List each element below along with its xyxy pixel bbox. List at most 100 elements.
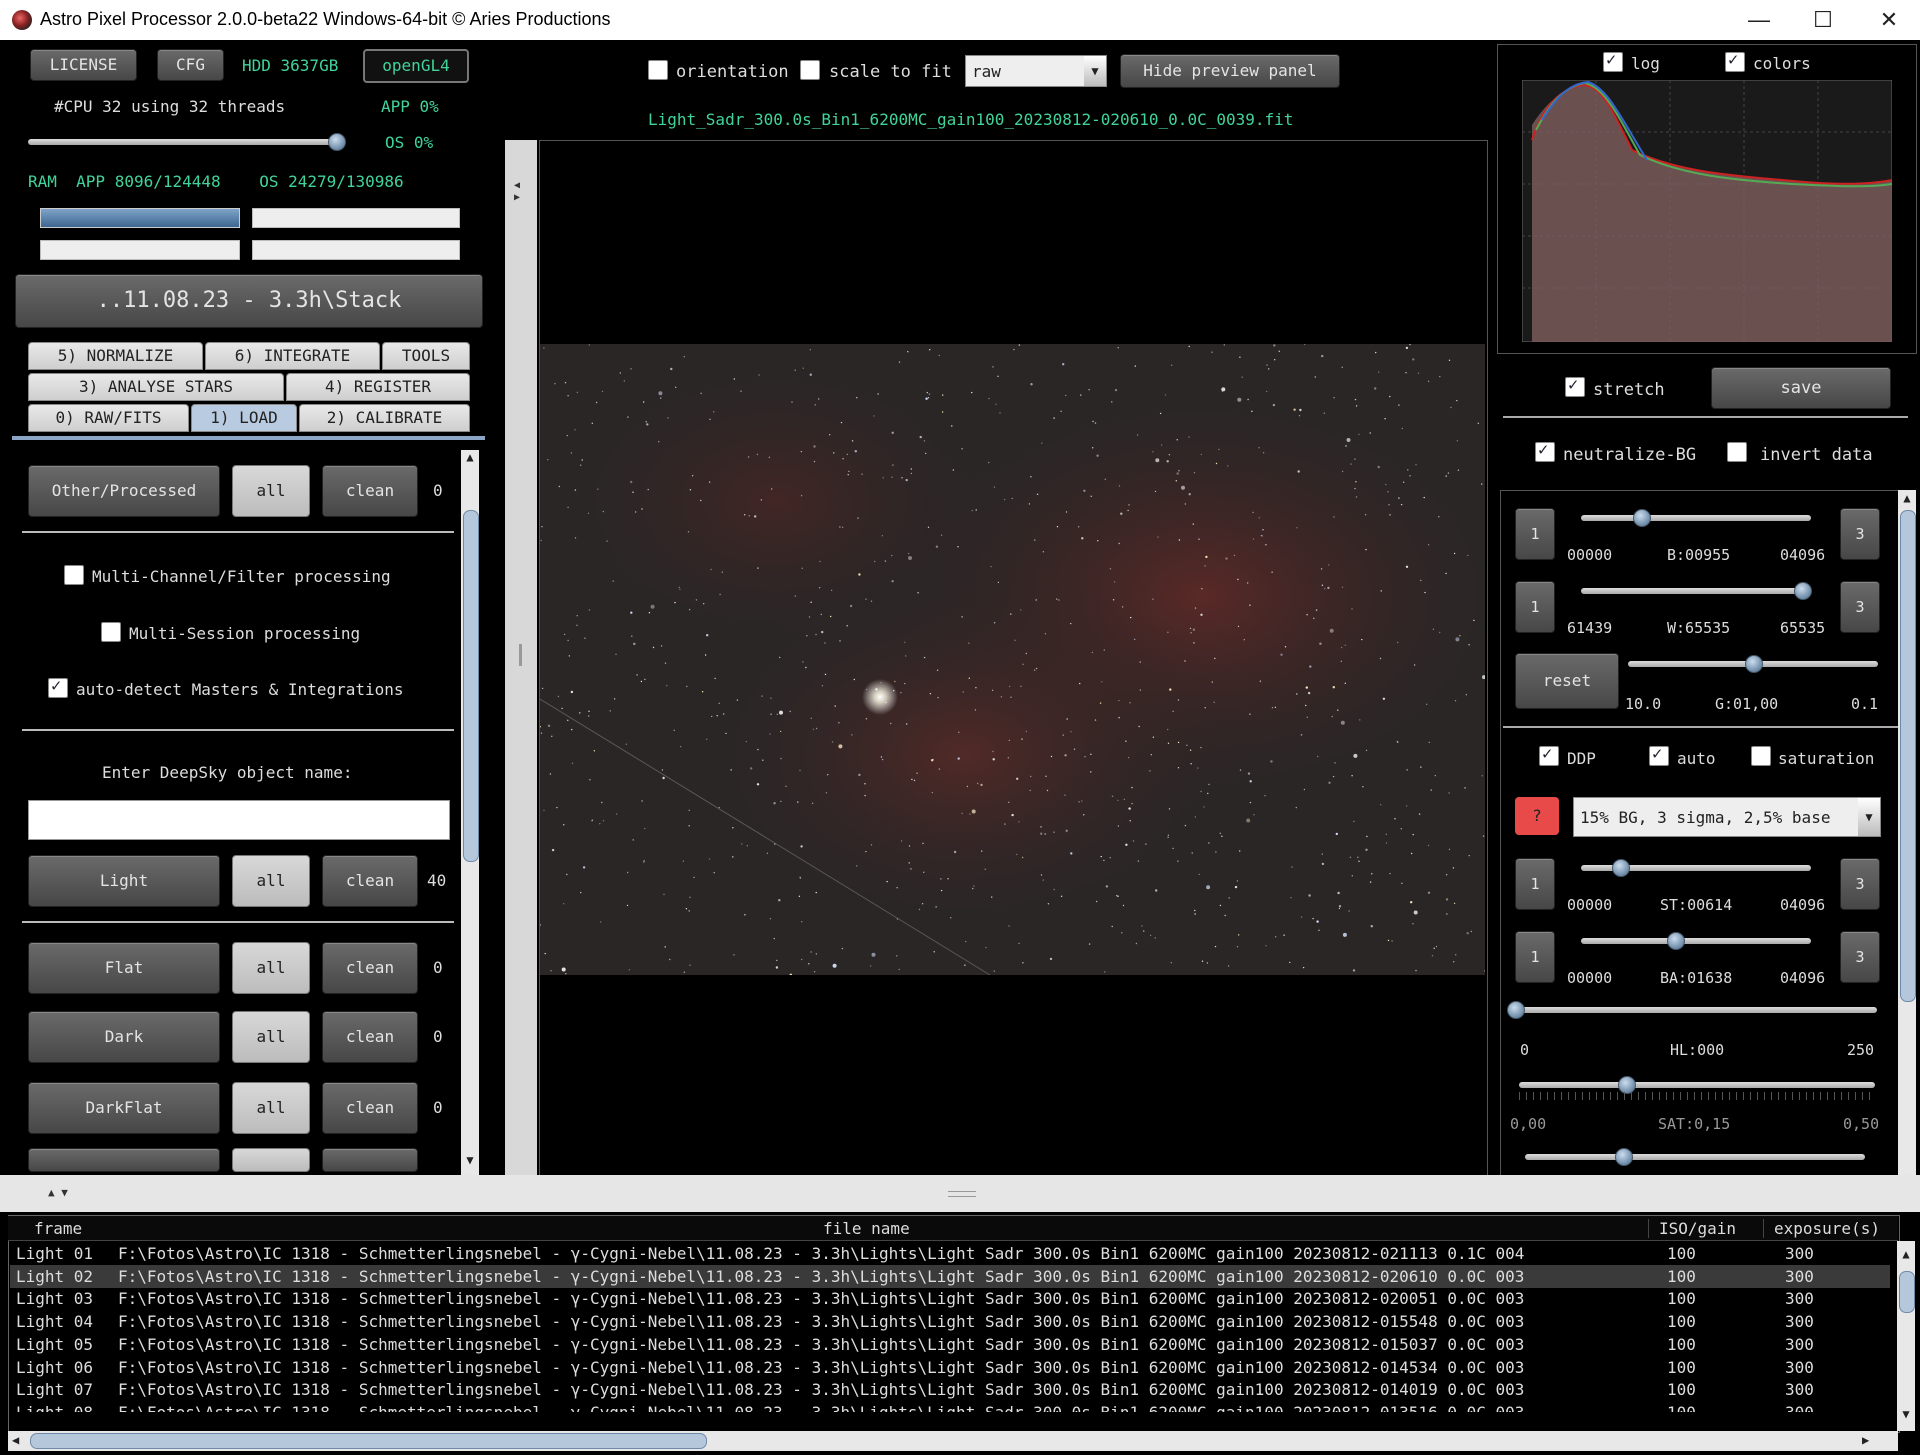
stretch-scrollbar-thumb[interactable] xyxy=(1900,510,1916,1002)
log-checkbox[interactable] xyxy=(1603,50,1623,72)
b-decrement-button[interactable]: 1 xyxy=(1515,508,1555,560)
other-processed-button[interactable]: Other/Processed xyxy=(28,465,220,517)
st-decrement-button[interactable]: 1 xyxy=(1515,858,1555,910)
minimize-button[interactable]: — xyxy=(1732,4,1786,36)
b-slider-knob[interactable] xyxy=(1632,509,1651,527)
help-button[interactable]: ? xyxy=(1515,797,1559,835)
scroll-up-icon[interactable]: ▲ xyxy=(1898,491,1916,507)
darkflat-button[interactable]: DarkFlat xyxy=(28,1082,220,1134)
stretch-checkbox[interactable] xyxy=(1565,375,1585,397)
table-vscroll-thumb[interactable] xyxy=(1899,1271,1915,1313)
w-decrement-button[interactable]: 1 xyxy=(1515,581,1555,633)
extra-slider-knob[interactable] xyxy=(1615,1148,1633,1166)
chevron-down-icon[interactable]: ▼ xyxy=(1858,798,1880,836)
scroll-up-icon[interactable]: ▲ xyxy=(461,450,479,466)
multichannel-checkbox[interactable] xyxy=(64,565,84,585)
bias-all-button[interactable] xyxy=(232,1148,310,1172)
light-clean-button[interactable]: clean xyxy=(322,855,418,907)
maximize-button[interactable]: ☐ xyxy=(1796,4,1850,36)
bias-clean-button[interactable] xyxy=(322,1148,418,1172)
flat-clean-button[interactable]: clean xyxy=(322,942,418,994)
other-all-button[interactable]: all xyxy=(232,465,310,517)
b-increment-button[interactable]: 3 xyxy=(1840,508,1880,560)
scroll-up-icon[interactable]: ▲ xyxy=(1897,1247,1915,1261)
deepsky-input[interactable] xyxy=(28,800,450,840)
light-button[interactable]: Light xyxy=(28,855,220,907)
scroll-right-icon[interactable]: ▶ xyxy=(1862,1433,1869,1447)
close-button[interactable]: ✕ xyxy=(1862,4,1916,36)
neutralize-bg-checkbox[interactable] xyxy=(1535,440,1555,462)
reset-button[interactable]: reset xyxy=(1515,653,1619,709)
table-row[interactable]: Light 06 F:\Fotos\Astro\IC 1318 - Schmett… xyxy=(10,1356,1890,1379)
st-slider-knob[interactable] xyxy=(1612,859,1631,877)
thread-slider[interactable] xyxy=(28,139,338,145)
darkflat-clean-button[interactable]: clean xyxy=(322,1082,418,1134)
other-clean-button[interactable]: clean xyxy=(322,465,418,517)
ddp-preset-select[interactable]: 15% BG, 3 sigma, 2,5% base ▼ xyxy=(1573,797,1881,837)
tab-raw-fits[interactable]: 0) RAW/FITS xyxy=(28,404,189,432)
table-row[interactable]: Light 05 F:\Fotos\Astro\IC 1318 - Schmett… xyxy=(10,1333,1890,1356)
dark-button[interactable]: Dark xyxy=(28,1011,220,1063)
invert-data-checkbox[interactable] xyxy=(1727,442,1747,462)
header-exposure[interactable]: exposure(s) xyxy=(1763,1219,1880,1238)
w-increment-button[interactable]: 3 xyxy=(1840,581,1880,633)
table-hscroll-thumb[interactable] xyxy=(30,1433,707,1449)
load-scrollbar-thumb[interactable] xyxy=(463,510,479,862)
b-slider[interactable] xyxy=(1581,515,1811,521)
tab-register[interactable]: 4) REGISTER xyxy=(286,373,470,401)
collapse-arrows-icon[interactable]: ▲ ▼ xyxy=(48,1186,68,1199)
autodetect-checkbox[interactable] xyxy=(48,676,68,698)
hl-slider-knob[interactable] xyxy=(1507,1001,1525,1019)
collapse-arrows-icon[interactable]: ◀ ▶ xyxy=(514,180,520,204)
bias-button[interactable] xyxy=(28,1148,220,1172)
multisession-checkbox[interactable] xyxy=(101,622,121,642)
project-folder-button[interactable]: ..11.08.23 - 3.3h\Stack xyxy=(15,274,483,328)
header-frame[interactable]: frame xyxy=(34,1219,82,1238)
flat-button[interactable]: Flat xyxy=(28,942,220,994)
table-row[interactable]: Light 08F:\Fotos\Astro\IC 1318 - Schmett… xyxy=(10,1401,1890,1412)
w-slider[interactable] xyxy=(1581,588,1811,594)
table-row[interactable]: Light 04 F:\Fotos\Astro\IC 1318 - Schmett… xyxy=(10,1310,1890,1333)
auto-checkbox[interactable] xyxy=(1649,744,1669,766)
cfg-button[interactable]: CFG xyxy=(157,49,224,81)
dark-clean-button[interactable]: clean xyxy=(322,1011,418,1063)
ddp-checkbox[interactable] xyxy=(1539,744,1559,766)
thread-slider-knob[interactable] xyxy=(328,133,346,151)
table-row[interactable]: Light 01 F:\Fotos\Astro\IC 1318 - Schmett… xyxy=(10,1242,1890,1265)
st-increment-button[interactable]: 3 xyxy=(1840,858,1880,910)
darkflat-all-button[interactable]: all xyxy=(232,1082,310,1134)
license-button[interactable]: LICENSE xyxy=(30,49,137,81)
table-row[interactable]: Light 02 F:\Fotos\Astro\IC 1318 - Schmett… xyxy=(10,1264,1890,1288)
chevron-down-icon[interactable]: ▼ xyxy=(1084,56,1106,86)
ba-slider[interactable] xyxy=(1581,938,1811,944)
orientation-checkbox[interactable] xyxy=(648,60,668,80)
tab-analyse-stars[interactable]: 3) ANALYSE STARS xyxy=(28,373,284,401)
save-button[interactable]: save xyxy=(1711,367,1891,409)
table-row[interactable]: Light 03 F:\Fotos\Astro\IC 1318 - Schmett… xyxy=(10,1287,1890,1310)
colors-checkbox[interactable] xyxy=(1725,50,1745,72)
scroll-down-icon[interactable]: ▼ xyxy=(1897,1407,1915,1421)
tab-normalize[interactable]: 5) NORMALIZE xyxy=(28,342,203,370)
flat-all-button[interactable]: all xyxy=(232,942,310,994)
gamma-slider-knob[interactable] xyxy=(1745,655,1763,673)
extra-slider[interactable] xyxy=(1525,1154,1865,1160)
scroll-left-icon[interactable]: ◀ xyxy=(12,1433,19,1447)
preview-canvas[interactable] xyxy=(539,140,1488,1177)
splitter-grip[interactable] xyxy=(948,1191,976,1197)
hide-preview-button[interactable]: Hide preview panel xyxy=(1120,54,1340,88)
header-file-name[interactable]: file name xyxy=(823,1219,910,1238)
hl-slider[interactable] xyxy=(1515,1007,1877,1013)
table-row[interactable]: Light 07 F:\Fotos\Astro\IC 1318 - Schmett… xyxy=(10,1378,1890,1401)
sat-slider[interactable] xyxy=(1519,1082,1875,1088)
saturation-checkbox[interactable] xyxy=(1751,746,1771,766)
table-vscroll[interactable] xyxy=(1897,1241,1915,1431)
scroll-down-icon[interactable]: ▼ xyxy=(461,1153,479,1169)
preview-mode-select[interactable]: raw ▼ xyxy=(965,55,1107,87)
splitter-grip[interactable] xyxy=(519,644,522,666)
tab-integrate[interactable]: 6) INTEGRATE xyxy=(205,342,380,370)
w-slider-knob[interactable] xyxy=(1793,582,1812,600)
header-iso-gain[interactable]: ISO/gain xyxy=(1648,1219,1736,1238)
tab-tools[interactable]: TOOLS xyxy=(382,342,470,370)
tab-load[interactable]: 1) LOAD xyxy=(191,404,297,432)
dark-all-button[interactable]: all xyxy=(232,1011,310,1063)
